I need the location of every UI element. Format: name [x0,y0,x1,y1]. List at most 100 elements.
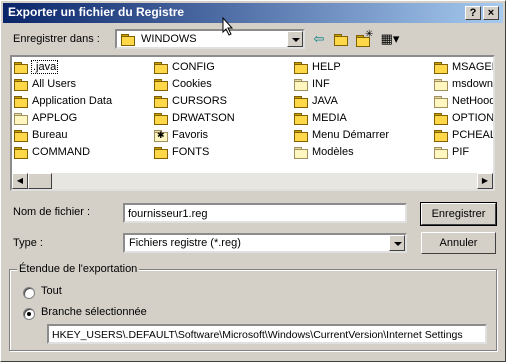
file-name: Application Data [32,95,113,107]
chevron-down-icon[interactable] [287,31,303,47]
folder-icon [14,129,28,142]
folder-icon [294,129,308,142]
list-item[interactable]: Bureau [14,127,67,143]
list-item[interactable]: Cookies [154,76,212,92]
list-item[interactable]: PCHEAL [434,127,495,143]
filename-input[interactable]: fournisseur1.reg [123,203,407,223]
folder-icon [154,112,168,125]
folder-icon [154,95,168,108]
save-in-value: WINDOWS [141,33,197,45]
file-name: INF [312,78,330,90]
file-name: Bureau [32,129,68,141]
list-item[interactable]: FONTS [154,144,209,160]
list-item[interactable]: MSAGEN [434,59,495,75]
filename-value: fournisseur1.reg [128,208,208,220]
save-button[interactable]: Enregistrer [420,202,497,226]
mouse-cursor-icon [222,17,234,36]
filetype-value: Fichiers registre (*.reg) [129,237,241,249]
list-item[interactable]: CURSORS [154,93,227,109]
file-name: msdownl [452,78,495,90]
list-item[interactable]: NetHood [434,93,495,109]
list-item[interactable]: PIF [434,144,469,160]
save-in-combo[interactable]: WINDOWS [115,29,305,49]
file-name: DRWATSON [172,112,235,124]
file-name: .java [30,60,59,74]
filename-label: Nom de fichier : [13,206,91,218]
filetype-combo[interactable]: Fichiers registre (*.reg) [123,233,407,253]
file-name: MEDIA [312,112,347,124]
file-name: OPTION [452,112,495,124]
file-name: Menu Démarrer [312,129,390,141]
export-registry-dialog: Exporter un fichier du Registre ? × Enre… [0,0,506,362]
file-list[interactable]: .java All Users Application Data APPLOG Bure… [10,55,495,191]
file-name: COMMAND [32,146,91,158]
list-item[interactable]: COMMAND [14,144,90,160]
file-name: NetHood [452,95,495,107]
radio-all[interactable] [23,287,35,299]
file-name: PCHEAL [452,129,495,141]
close-button[interactable]: × [483,6,499,20]
scroll-right-icon[interactable]: ▶ [477,173,493,189]
file-name: PIF [452,146,470,158]
radio-branch-label[interactable]: Branche sélectionnée [41,306,147,318]
file-name: FONTS [172,146,210,158]
folder-icon [294,112,308,125]
folder-icon [14,61,28,74]
list-item[interactable]: INF [294,76,330,92]
title-bar[interactable]: Exporter un fichier du Registre ? × [3,3,503,23]
file-name: Favoris [172,129,209,141]
filetype-label: Type : [13,237,43,249]
chevron-down-icon[interactable] [389,235,405,251]
list-item[interactable]: msdownl [434,76,495,92]
list-item[interactable]: MEDIA [294,110,347,126]
folder-icon [154,146,168,159]
file-name: Modèles [312,146,354,158]
radio-branch[interactable] [23,308,35,320]
help-button[interactable]: ? [465,6,481,20]
file-name: Cookies [172,78,212,90]
file-name: CURSORS [172,95,228,107]
folder-icon [434,61,448,74]
branch-path-input[interactable]: HKEY_USERS\.DEFAULT\Software\Microsoft\W… [47,324,487,344]
scroll-left-icon[interactable]: ◀ [12,173,28,189]
list-item[interactable]: CONFIG [154,59,215,75]
dialog-title: Exporter un fichier du Registre [8,5,185,19]
list-item[interactable]: Menu Démarrer [294,127,389,143]
view-menu-icon[interactable]: ▦▾ [377,29,403,49]
folder-icon [294,61,308,74]
cancel-button[interactable]: Annuler [421,232,496,254]
folder-icon [14,95,28,108]
folder-icon [294,95,308,108]
folder-icon [294,146,308,159]
list-item[interactable]: DRWATSON [154,110,235,126]
file-name: All Users [32,78,77,90]
horizontal-scrollbar[interactable]: ◀ ▶ [12,173,493,189]
list-item[interactable]: HELP [294,59,341,75]
file-name: JAVA [312,95,338,107]
file-name: CONFIG [172,61,215,73]
file-name: APPLOG [32,112,78,124]
list-item[interactable]: JAVA [294,93,338,109]
folder-icon [154,78,168,91]
list-item[interactable]: All Users [14,76,76,92]
up-folder-icon[interactable] [331,29,351,49]
branch-path-value: HKEY_USERS\.DEFAULT\Software\Microsoft\W… [52,329,463,341]
folder-icon [434,112,448,125]
file-name: MSAGEN [452,61,495,73]
folder-icon [434,129,448,142]
list-item[interactable]: Application Data [14,93,112,109]
scroll-thumb[interactable] [28,173,52,189]
list-item[interactable]: .java [14,59,59,75]
folder-icon [434,95,448,108]
radio-all-label[interactable]: Tout [41,285,62,297]
back-arrow-icon[interactable]: ⇦ [309,29,329,49]
folder-icon [121,34,135,46]
list-item[interactable]: OPTION [434,110,495,126]
folder-icon [294,78,308,91]
new-folder-icon[interactable]: ✳ [353,29,373,49]
list-item[interactable]: Modèles [294,144,354,160]
favorites-folder-icon: ✱ [154,129,168,142]
folder-icon [154,61,168,74]
list-item[interactable]: APPLOG [14,110,77,126]
list-item[interactable]: ✱ Favoris [154,127,208,143]
